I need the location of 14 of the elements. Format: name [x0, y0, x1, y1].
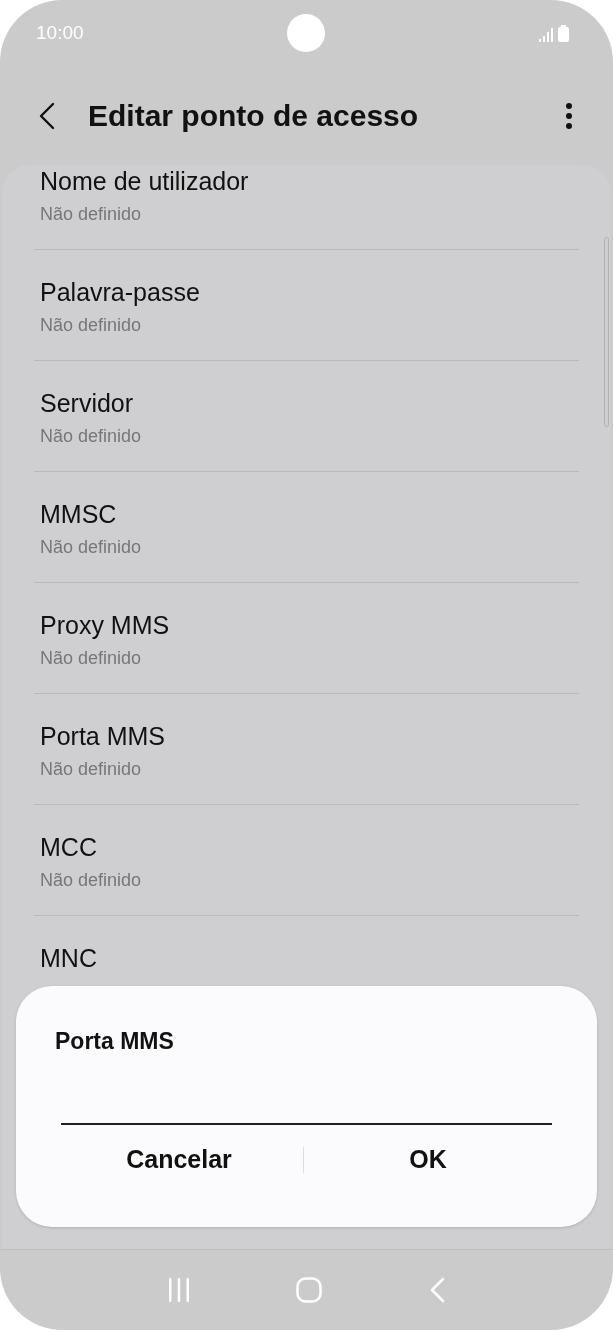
- setting-item[interactable]: MMSC Não definido: [34, 472, 579, 583]
- setting-item[interactable]: MCC Não definido: [34, 805, 579, 916]
- battery-icon: [558, 24, 569, 42]
- page-title: Editar ponto de acesso: [88, 98, 420, 133]
- setting-item[interactable]: Palavra-passe Não definido: [34, 250, 579, 361]
- dialog-title: Porta MMS: [55, 1028, 175, 1055]
- camera-hole: [287, 14, 325, 52]
- signal-icon: [539, 27, 553, 42]
- setting-item[interactable]: Nome de utilizador Não definido: [34, 165, 579, 250]
- dialog-button[interactable]: OK: [304, 1137, 552, 1182]
- setting-item[interactable]: Servidor Não definido: [34, 361, 579, 472]
- dialog-button[interactable]: Cancelar: [55, 1137, 303, 1182]
- setting-item[interactable]: Proxy MMS Não definido: [34, 583, 579, 694]
- setting-item[interactable]: Porta MMS Não definido: [34, 694, 579, 805]
